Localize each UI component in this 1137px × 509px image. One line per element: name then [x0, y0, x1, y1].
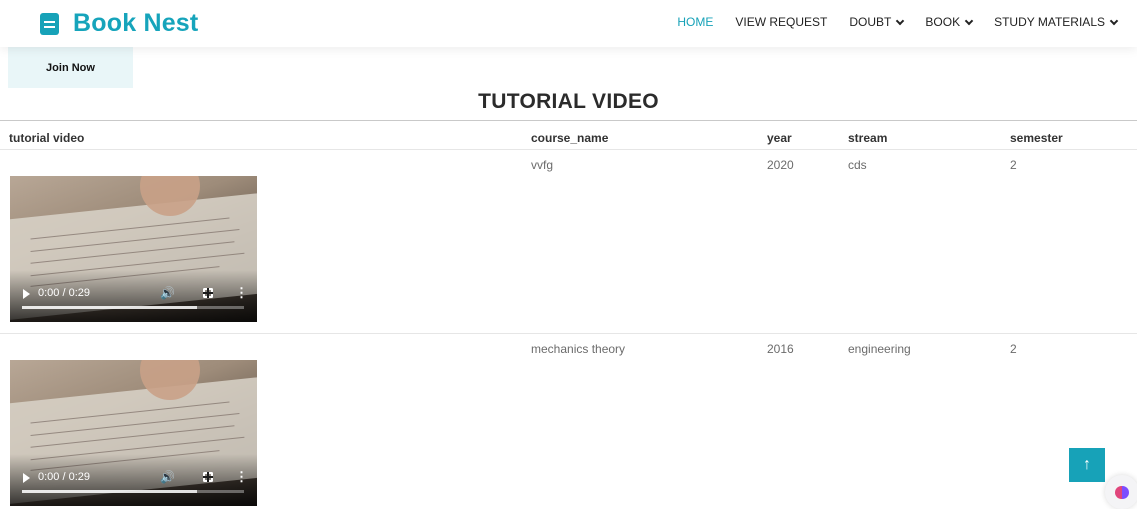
- video-time: 0:00 / 0:29: [38, 287, 90, 299]
- buffered-bar: [22, 490, 198, 493]
- cell-course-name: vvfg: [531, 158, 554, 172]
- table-row: 0:00 / 0:29 🔊 ⋮ vvfg 2020 cds 2: [0, 150, 1137, 334]
- column-header-course-name: course_name: [531, 131, 609, 145]
- video-progress-bar[interactable]: [22, 490, 244, 493]
- brand-logo[interactable]: Book Nest: [40, 9, 198, 38]
- column-header-stream: stream: [848, 131, 888, 145]
- nav-item-view-request[interactable]: VIEW REQUEST: [735, 15, 827, 29]
- nav-doubt-label: DOUBT: [849, 15, 892, 29]
- chevron-down-icon: [896, 16, 905, 25]
- play-icon[interactable]: [23, 473, 30, 483]
- tutorial-video-table: tutorial video course_name year stream s…: [0, 120, 1137, 506]
- table-row: 0:00 / 0:29 🔊 ⋮ mechanics theory 2016 en…: [0, 334, 1137, 509]
- video-controls: 0:00 / 0:29 🔊 ⋮: [10, 468, 257, 488]
- play-icon[interactable]: [23, 289, 30, 299]
- nav-item-study-materials[interactable]: STUDY MATERIALS: [994, 15, 1119, 29]
- brand-name: Book Nest: [73, 9, 199, 37]
- table-header: tutorial video course_name year stream s…: [0, 120, 1137, 150]
- nav-item-book[interactable]: BOOK: [925, 15, 974, 29]
- volume-icon[interactable]: 🔊: [160, 286, 175, 300]
- cell-semester: 2: [1010, 342, 1017, 356]
- cell-semester: 2: [1010, 158, 1017, 172]
- nav-view-request-label: VIEW REQUEST: [735, 15, 828, 29]
- nav-item-home[interactable]: HOME: [677, 15, 713, 29]
- chevron-down-icon: [1109, 16, 1119, 25]
- more-options-icon[interactable]: ⋮: [235, 469, 248, 485]
- video-time: 0:00 / 0:29: [38, 471, 90, 483]
- fullscreen-icon[interactable]: [203, 472, 213, 482]
- top-navbar: Book Nest HOME VIEW REQUEST DOUBT BOOK S…: [0, 0, 1137, 47]
- column-header-year: year: [767, 131, 792, 145]
- main-nav: HOME VIEW REQUEST DOUBT BOOK STUDY MATER…: [655, 15, 1119, 29]
- cell-course-name: mechanics theory: [531, 342, 626, 356]
- fullscreen-icon[interactable]: [203, 288, 213, 298]
- buffered-bar: [22, 306, 198, 309]
- column-header-tutorial-video: tutorial video: [9, 131, 85, 145]
- brain-icon: [1115, 485, 1129, 499]
- join-now-button[interactable]: Join Now: [8, 47, 133, 88]
- video-player[interactable]: 0:00 / 0:29 🔊 ⋮: [10, 360, 257, 506]
- cell-stream: engineering: [848, 342, 911, 356]
- video-player[interactable]: 0:00 / 0:29 🔊 ⋮: [10, 176, 257, 322]
- book-icon: [40, 12, 59, 35]
- cell-year: 2016: [767, 342, 794, 356]
- chevron-down-icon: [964, 16, 974, 25]
- arrow-up-icon: ↑: [1083, 456, 1091, 473]
- more-options-icon[interactable]: ⋮: [235, 285, 248, 301]
- video-progress-bar[interactable]: [22, 306, 244, 309]
- assistant-widget-button[interactable]: [1105, 475, 1137, 509]
- nav-study-materials-label: STUDY MATERIALS: [994, 15, 1105, 29]
- column-header-semester: semester: [1010, 131, 1063, 145]
- volume-icon[interactable]: 🔊: [160, 470, 175, 484]
- nav-home-label: HOME: [677, 15, 714, 29]
- nav-book-label: BOOK: [925, 15, 961, 29]
- cell-stream: cds: [848, 158, 867, 172]
- page-title: TUTORIAL VIDEO: [478, 90, 659, 113]
- cell-year: 2020: [767, 158, 794, 172]
- back-to-top-button[interactable]: ↑: [1069, 448, 1105, 482]
- video-controls: 0:00 / 0:29 🔊 ⋮: [10, 284, 257, 304]
- nav-item-doubt[interactable]: DOUBT: [849, 15, 905, 29]
